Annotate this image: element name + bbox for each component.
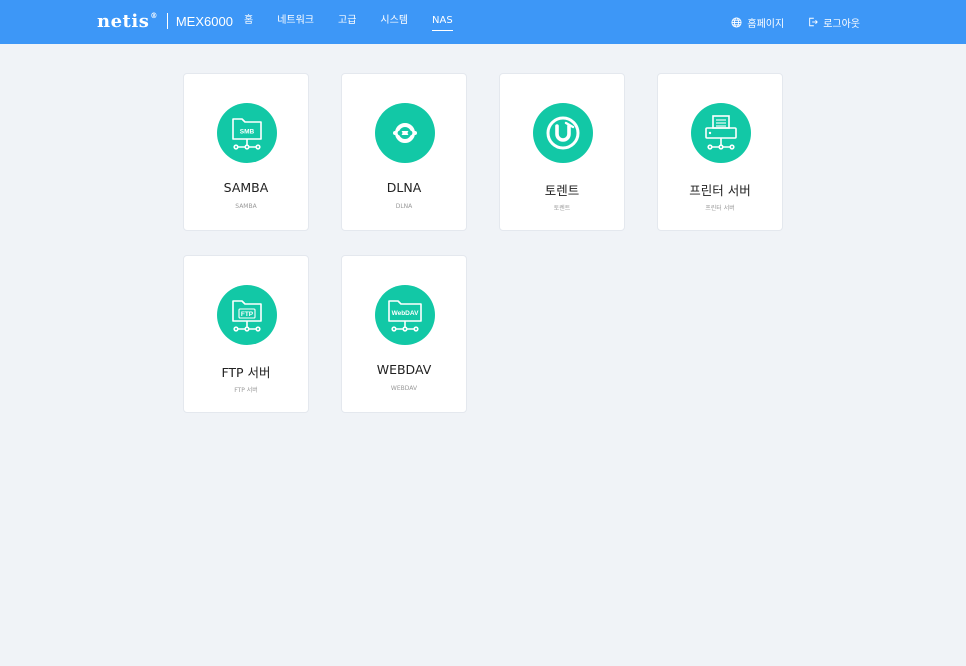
card-title: 토렌트 bbox=[544, 183, 580, 198]
card-subtitle: DLNA bbox=[395, 203, 413, 210]
card-webdav[interactable]: WebDAV WEBDAV WEBDAV bbox=[341, 255, 467, 413]
dlna-icon bbox=[375, 103, 435, 163]
printer-icon bbox=[691, 103, 751, 163]
globe-icon bbox=[731, 16, 742, 28]
homepage-link[interactable]: 홈페이지 bbox=[731, 15, 784, 30]
card-subtitle: SAMBA bbox=[235, 203, 257, 210]
header-actions: 홈페이지 로그아웃 bbox=[707, 0, 860, 44]
card-ftp-server[interactable]: FTP FTP 서버 FTP 서버 bbox=[183, 255, 309, 413]
nav-home[interactable]: 홈 bbox=[244, 0, 253, 44]
logout-link[interactable]: 로그아웃 bbox=[808, 15, 860, 30]
smb-folder-icon: SMB bbox=[217, 103, 277, 163]
card-torrent[interactable]: 토렌트 토렌트 bbox=[499, 73, 625, 231]
homepage-label: 홈페이지 bbox=[747, 18, 785, 30]
logout-label: 로그아웃 bbox=[823, 18, 860, 30]
card-subtitle: 프린터 서버 bbox=[705, 205, 735, 212]
card-title: DLNA bbox=[386, 180, 422, 195]
main-nav: 홈 네트워크 고급 시스템 NAS bbox=[235, 0, 477, 44]
brand: netis® MEX6000 bbox=[97, 10, 233, 32]
svg-text:WebDAV: WebDAV bbox=[392, 310, 420, 317]
card-subtitle: WEBDAV bbox=[390, 385, 418, 392]
card-title: WEBDAV bbox=[376, 362, 432, 377]
card-printer-server[interactable]: 프린터 서버 프린터 서버 bbox=[657, 73, 783, 231]
nav-advanced[interactable]: 고급 bbox=[338, 0, 356, 44]
card-samba[interactable]: SMB SAMBA SAMBA bbox=[183, 73, 309, 231]
card-title: SAMBA bbox=[223, 180, 269, 195]
ftp-folder-icon: FTP bbox=[217, 285, 277, 345]
card-subtitle: FTP 서버 bbox=[234, 387, 258, 394]
card-dlna[interactable]: DLNA DLNA bbox=[341, 73, 467, 231]
model-name: MEX6000 bbox=[175, 13, 233, 29]
logout-icon bbox=[809, 17, 819, 27]
netis-logo[interactable]: netis® bbox=[97, 11, 158, 32]
nav-system[interactable]: 시스템 bbox=[380, 0, 408, 44]
top-navigation-bar: netis® MEX6000 홈 네트워크 고급 시스템 NAS 홈페이지 로그… bbox=[0, 0, 966, 44]
svg-text:FTP: FTP bbox=[241, 311, 254, 318]
nav-nas[interactable]: NAS bbox=[432, 0, 453, 44]
card-title: 프린터 서버 bbox=[689, 183, 751, 198]
torrent-icon bbox=[533, 103, 593, 163]
nav-network[interactable]: 네트워크 bbox=[277, 0, 314, 44]
brand-divider bbox=[166, 13, 168, 29]
card-title: FTP 서버 bbox=[221, 365, 271, 380]
card-subtitle: 토렌트 bbox=[553, 205, 571, 212]
webdav-folder-icon: WebDAV bbox=[375, 285, 435, 345]
svg-text:SMB: SMB bbox=[240, 129, 255, 136]
